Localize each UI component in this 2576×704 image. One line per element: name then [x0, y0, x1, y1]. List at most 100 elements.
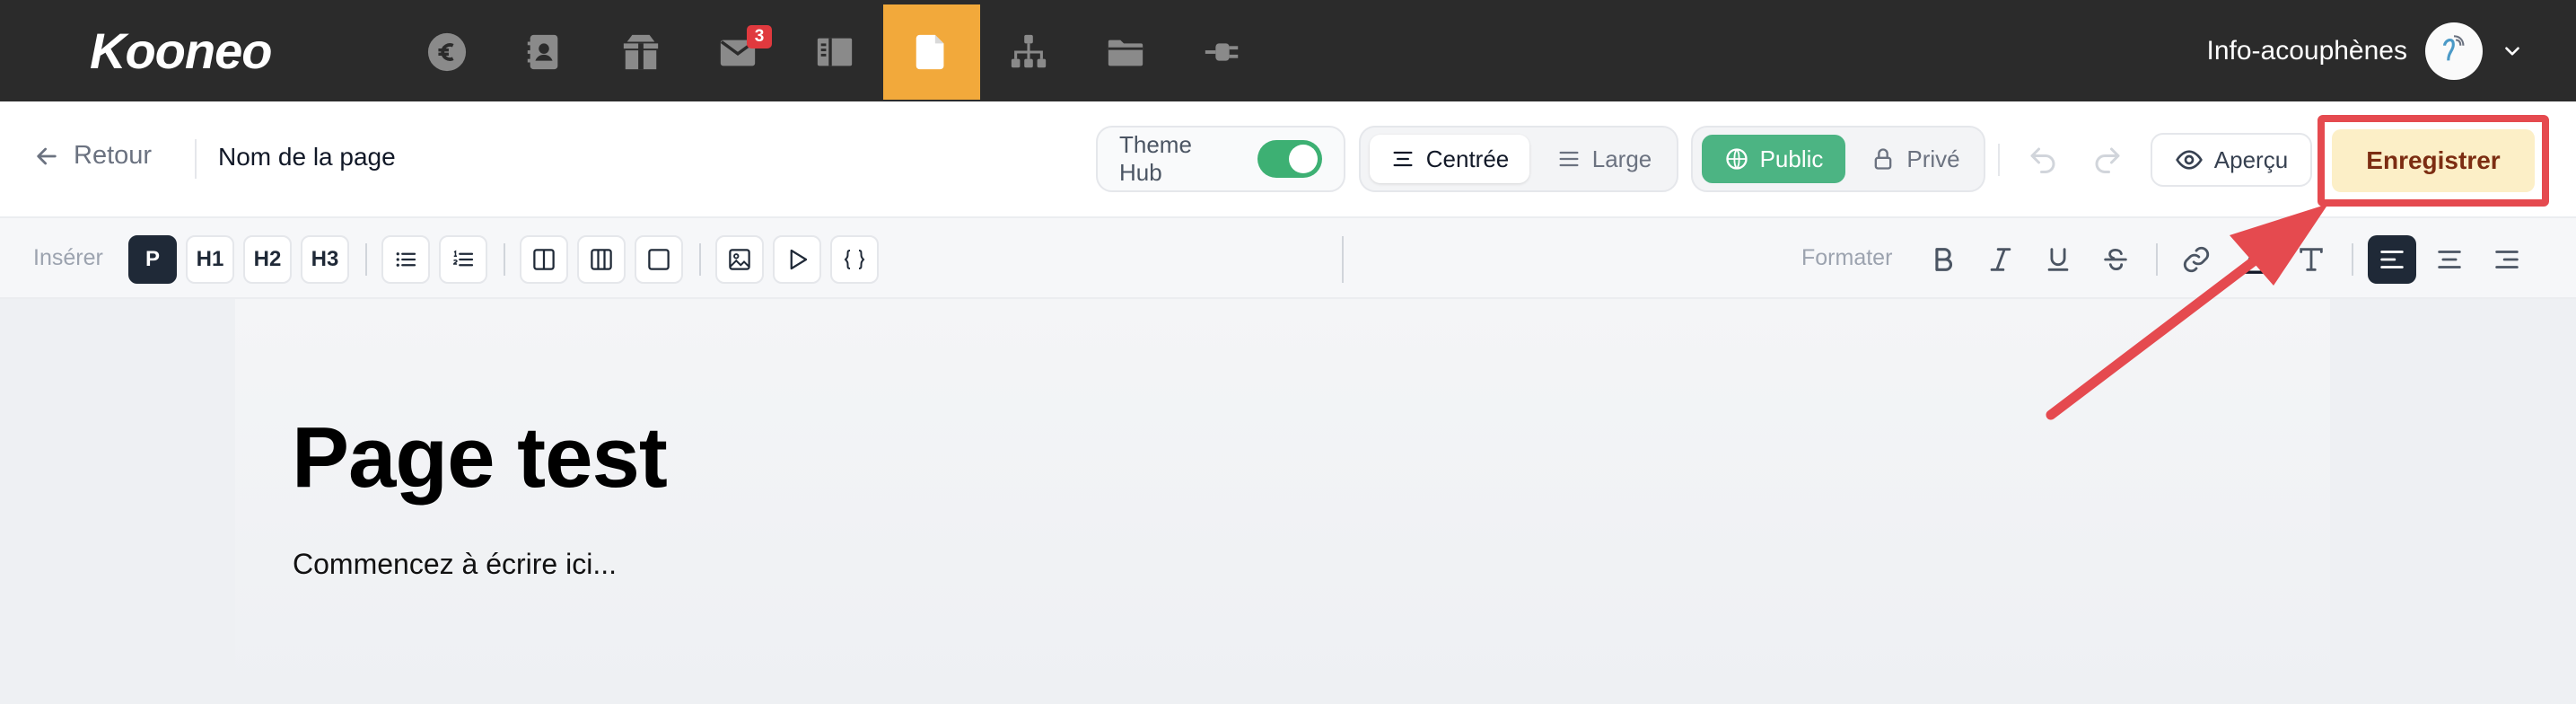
numbered-list-icon [452, 250, 474, 267]
text-size-button[interactable] [2287, 235, 2335, 284]
folder-icon [1108, 40, 1143, 66]
align-right-icon [2495, 251, 2519, 268]
page-title-heading[interactable]: Page test [292, 409, 668, 507]
visibility-selector: Public Privé [1691, 126, 1985, 192]
align-center-icon [1393, 151, 1413, 167]
align-left-icon [2380, 251, 2404, 268]
width-selector: Centrée Large [1359, 126, 1678, 192]
width-large-label: Large [1591, 145, 1652, 172]
code-braces-icon [844, 250, 865, 269]
link-button[interactable] [2172, 235, 2221, 284]
arrow-left-icon [37, 147, 57, 164]
page-name-field[interactable]: Nom de la page [218, 143, 396, 172]
ear-logo-icon [2443, 35, 2465, 61]
three-columns-icon [591, 249, 612, 270]
align-center-icon [2438, 251, 2461, 268]
width-large-button[interactable]: Large [1537, 135, 1671, 183]
editor-toolbar: Insérer P H1 H2 H3 Formater [0, 216, 2576, 299]
block-h2-button[interactable]: H2 [243, 235, 292, 284]
numbered-list-button[interactable] [439, 235, 487, 284]
header-divider [195, 139, 197, 179]
bold-button[interactable] [1919, 235, 1967, 284]
bullet-list-icon [396, 252, 416, 267]
back-label: Retour [74, 141, 153, 170]
layout-icon [817, 38, 853, 66]
play-icon [790, 249, 808, 270]
two-columns-button[interactable] [520, 235, 568, 284]
nav-products[interactable] [592, 4, 689, 100]
theme-hub-label: Theme Hub [1119, 131, 1192, 186]
block-paragraph-button[interactable]: P [128, 235, 177, 284]
align-center-button[interactable] [2425, 235, 2474, 284]
bold-icon [1935, 248, 1952, 271]
italic-button[interactable] [1976, 235, 2025, 284]
chevron-down-icon [2505, 47, 2519, 56]
align-right-button[interactable] [2483, 235, 2531, 284]
visibility-private-button[interactable]: Privé [1853, 135, 1978, 183]
nav-files[interactable] [1077, 4, 1174, 100]
text-type-icon [2300, 248, 2323, 271]
width-centered-button[interactable]: Centrée [1370, 135, 1529, 183]
lock-icon [1875, 148, 1892, 170]
width-centered-label: Centrée [1425, 145, 1510, 172]
avatar [2425, 22, 2483, 80]
italic-icon [1990, 248, 2011, 271]
insert-code-button[interactable] [830, 235, 879, 284]
insert-image-button[interactable] [715, 235, 764, 284]
visibility-private-label: Privé [1906, 145, 1960, 172]
visibility-public-button[interactable]: Public [1702, 135, 1845, 183]
page-icon [916, 34, 944, 70]
euro-icon [427, 32, 467, 72]
theme-hub-toggle-group: Theme Hub [1096, 126, 1345, 192]
nav-contacts[interactable] [495, 4, 592, 100]
three-columns-button[interactable] [577, 235, 626, 284]
text-color-button[interactable] [2230, 235, 2278, 284]
kooneo-logo[interactable]: Kooneo [90, 22, 272, 80]
account-menu[interactable]: Info-acouphènes [2206, 22, 2524, 81]
nav-pages[interactable] [883, 4, 980, 100]
image-icon [729, 249, 750, 270]
format-label: Formater [1801, 245, 1893, 270]
theme-hub-toggle[interactable] [1257, 140, 1322, 178]
nav-layout[interactable] [786, 4, 883, 100]
header-divider-2 [1998, 144, 2000, 176]
text-color-icon [2242, 246, 2265, 274]
body-text-placeholder[interactable]: Commencez à écrire ici... [293, 548, 617, 581]
account-name: Info-acouphènes [2206, 36, 2407, 66]
undo-icon[interactable] [2027, 144, 2059, 176]
toolbar-divider [699, 243, 701, 276]
block-h1-button[interactable]: H1 [186, 235, 234, 284]
align-left-button[interactable] [2368, 235, 2416, 284]
nav-sales[interactable] [399, 4, 495, 100]
bullet-list-button[interactable] [381, 235, 430, 284]
insert-video-button[interactable] [773, 235, 821, 284]
redo-icon[interactable] [2091, 144, 2124, 176]
two-columns-icon [533, 249, 555, 270]
package-icon [623, 34, 659, 70]
underline-icon [2047, 248, 2069, 271]
annotation-highlight-box [2318, 115, 2549, 207]
align-justify-icon [1559, 151, 1579, 167]
strikethrough-button[interactable] [2091, 235, 2140, 284]
nav-integrations[interactable] [1174, 4, 1271, 100]
eye-icon [2175, 150, 2203, 170]
plug-icon [1205, 43, 1239, 61]
top-navigation-bar: Kooneo 3 Info-acouphènes [0, 0, 2576, 101]
link-icon [2183, 246, 2210, 273]
nav-sitemap[interactable] [980, 4, 1077, 100]
preview-label: Aperçu [2213, 145, 2289, 173]
sitemap-icon [1011, 34, 1047, 68]
insert-label: Insérer [33, 245, 103, 270]
contacts-icon [527, 34, 558, 70]
strikethrough-icon [2104, 248, 2127, 271]
toolbar-divider [504, 243, 505, 276]
underline-button[interactable] [2034, 235, 2082, 284]
single-block-button[interactable] [635, 235, 683, 284]
square-icon [648, 249, 670, 270]
nav-mail[interactable]: 3 [689, 4, 786, 100]
mail-unread-badge: 3 [747, 25, 772, 48]
block-h3-button[interactable]: H3 [301, 235, 349, 284]
back-button[interactable]: Retour [32, 141, 152, 171]
toolbar-divider [2352, 243, 2353, 276]
preview-button[interactable]: Aperçu [2151, 133, 2312, 187]
